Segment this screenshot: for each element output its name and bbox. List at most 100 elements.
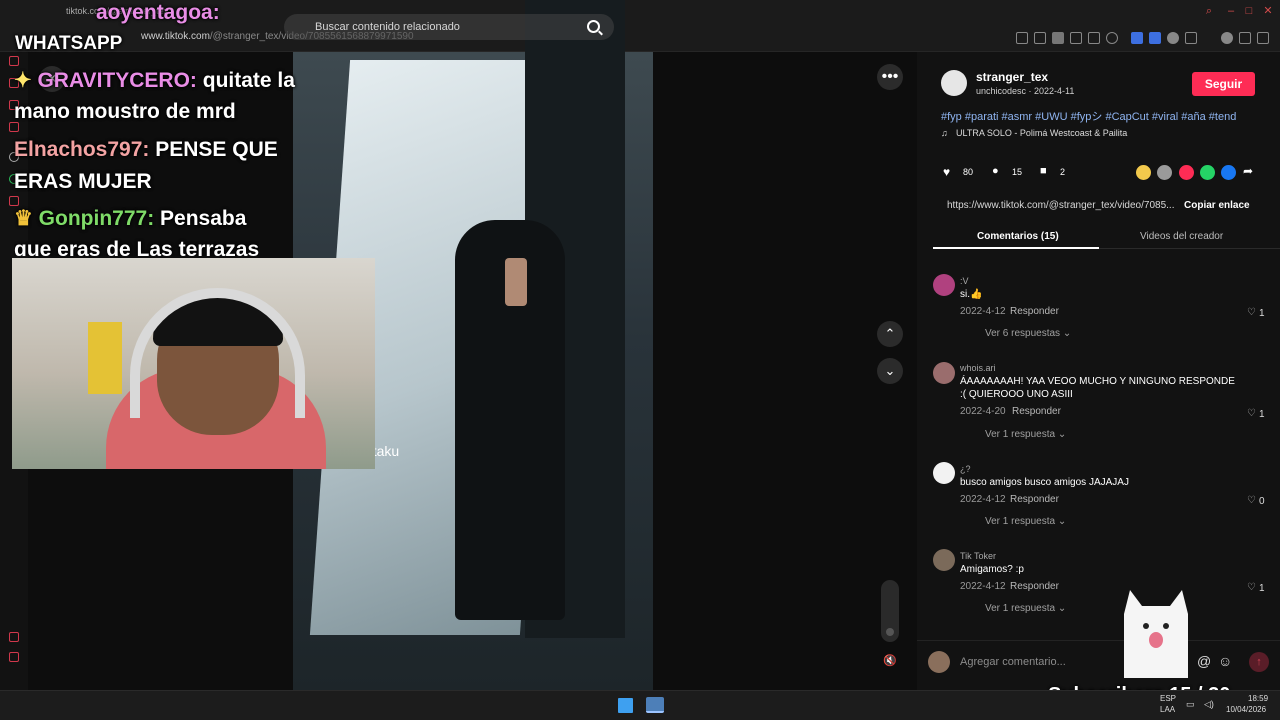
sidebar-icon[interactable] bbox=[9, 632, 19, 642]
comment-avatar[interactable] bbox=[933, 462, 955, 484]
repost-icon[interactable] bbox=[1179, 165, 1194, 180]
heart-icon[interactable]: ♡ bbox=[1247, 582, 1256, 593]
tab-creator-videos[interactable]: Videos del creador bbox=[1140, 231, 1223, 242]
puzzle-icon[interactable] bbox=[1185, 32, 1197, 44]
more-icon[interactable] bbox=[9, 672, 19, 682]
comment-date: 2022-4-20 bbox=[960, 406, 1006, 417]
embed-icon[interactable] bbox=[1136, 165, 1151, 180]
reply-button[interactable]: Responder bbox=[1012, 406, 1061, 417]
comment-user[interactable]: whois.ari bbox=[960, 363, 996, 373]
comment-user[interactable]: ¿? bbox=[960, 464, 971, 474]
send-icon[interactable] bbox=[1157, 165, 1172, 180]
more-options-button[interactable]: ••• bbox=[877, 64, 903, 90]
tab-active-indicator bbox=[933, 247, 1099, 249]
comment-user[interactable]: Tik Toker bbox=[960, 551, 996, 561]
hashtags[interactable]: #fyp #parati #asmr #UWU #fypシ #CapCut #v… bbox=[941, 108, 1236, 124]
chat-text-continued: ERAS MUJER bbox=[14, 170, 152, 193]
emoji-icon[interactable]: ☺ bbox=[1218, 653, 1232, 669]
close-icon[interactable]: ✕ bbox=[1262, 5, 1274, 17]
search-placeholder: Buscar contenido relacionado bbox=[315, 21, 460, 33]
share-arrow-icon[interactable]: ➦ bbox=[1243, 164, 1253, 178]
reply-button[interactable]: Responder bbox=[1010, 494, 1059, 505]
facebook-share-icon[interactable] bbox=[1221, 165, 1236, 180]
screenshot-icon[interactable] bbox=[1034, 32, 1046, 44]
volume-slider[interactable] bbox=[881, 580, 899, 642]
sidebar-icon[interactable] bbox=[9, 56, 19, 66]
creator-username[interactable]: stranger_tex bbox=[976, 70, 1048, 84]
language-indicator-secondary[interactable]: LAA bbox=[1160, 705, 1175, 714]
heart-icon[interactable]: ♥ bbox=[943, 165, 950, 179]
heart-icon[interactable]: ♡ bbox=[1247, 307, 1256, 318]
next-video-button[interactable]: ⌄ bbox=[877, 358, 903, 384]
shield-icon[interactable] bbox=[1052, 32, 1064, 44]
comment-text: si.👍 bbox=[960, 289, 983, 300]
extension-icon[interactable] bbox=[1167, 32, 1179, 44]
comment-date: 2022-4-12 bbox=[960, 581, 1006, 592]
address-bar[interactable]: www.tiktok.com/@stranger_tex/video/70855… bbox=[0, 24, 1280, 52]
music-title[interactable]: ULTRA SOLO - Polimá Westcoast & Pailita bbox=[956, 128, 1127, 138]
send-comment-icon[interactable]: ↑ bbox=[1249, 652, 1269, 672]
clock-time[interactable]: 18:59 bbox=[1248, 694, 1268, 703]
minimize-icon[interactable]: – bbox=[1225, 5, 1237, 17]
webcam-poster bbox=[88, 322, 122, 394]
taskbar: ESP LAA ▭ ◁) 18:59 10/04/2026 bbox=[0, 690, 1280, 720]
creator-avatar[interactable] bbox=[941, 70, 967, 96]
mute-icon[interactable]: 🔇 bbox=[877, 648, 903, 674]
chat-text: PENSE QUE bbox=[149, 138, 278, 161]
download-icon[interactable] bbox=[1239, 32, 1251, 44]
menu-icon[interactable] bbox=[1257, 32, 1269, 44]
play-icon[interactable] bbox=[1088, 32, 1100, 44]
language-indicator[interactable]: ESP bbox=[1160, 694, 1176, 703]
view-replies-link[interactable]: Ver 6 respuestas ⌄ bbox=[985, 328, 1071, 339]
clock-date[interactable]: 10/04/2026 bbox=[1226, 705, 1266, 714]
view-replies-link[interactable]: Ver 1 respuesta ⌄ bbox=[985, 516, 1066, 527]
bookmark-icon[interactable]: ■ bbox=[1040, 165, 1047, 177]
taskbar-app-icon[interactable] bbox=[646, 697, 664, 713]
related-search-input[interactable]: Buscar contenido relacionado bbox=[284, 14, 614, 40]
reply-button[interactable]: Responder bbox=[1010, 306, 1059, 317]
comment-input[interactable]: Agregar comentario... bbox=[960, 656, 1066, 668]
copy-link-button[interactable]: Copiar enlace bbox=[1184, 200, 1250, 211]
heart-icon[interactable]: ♡ bbox=[1247, 408, 1256, 419]
webcam-overlay bbox=[12, 258, 375, 469]
follow-button[interactable]: Seguir bbox=[1192, 72, 1255, 96]
bookmark-icon[interactable] bbox=[1016, 32, 1028, 44]
heart-icon[interactable]: ♡ bbox=[1247, 495, 1256, 506]
previous-video-button[interactable]: ⌃ bbox=[877, 321, 903, 347]
comment-avatar[interactable] bbox=[933, 274, 955, 296]
comment-text-continued: :( QUIEROOO UNO ASIII bbox=[960, 389, 1073, 400]
comment-avatar[interactable] bbox=[933, 362, 955, 384]
network-icon[interactable]: ▭ bbox=[1186, 699, 1195, 710]
sidebar-icon[interactable] bbox=[9, 652, 19, 662]
whatsapp-label: WHATSAPP bbox=[15, 33, 123, 54]
maximize-icon[interactable]: □ bbox=[1243, 5, 1255, 17]
user-avatar[interactable] bbox=[928, 651, 950, 673]
sparkle-icon: ✦ bbox=[14, 69, 32, 92]
comment-user[interactable]: :V bbox=[960, 276, 969, 286]
comment-icon[interactable]: ● bbox=[992, 165, 999, 177]
comment-date: 2022-4-12 bbox=[960, 494, 1006, 505]
heart-icon[interactable] bbox=[1106, 32, 1118, 44]
chat-message: ♛ Gonpin777: Pensaba bbox=[14, 206, 246, 231]
comment-composer: Agregar comentario... @ ☺ ↑ bbox=[917, 640, 1280, 690]
tab-comments[interactable]: Comentarios (15) bbox=[977, 231, 1059, 242]
profile-icon[interactable] bbox=[1221, 32, 1233, 44]
whatsapp-share-icon[interactable] bbox=[1200, 165, 1215, 180]
translate-icon[interactable] bbox=[1070, 32, 1082, 44]
chat-message: Elnachos797: PENSE QUE bbox=[14, 138, 278, 162]
chat-text-continued: que eras de Las terrazas bbox=[14, 238, 260, 256]
windows-start-icon[interactable] bbox=[618, 698, 633, 713]
comment-avatar[interactable] bbox=[933, 549, 955, 571]
search-icon[interactable] bbox=[587, 20, 600, 33]
extension-icon[interactable] bbox=[1131, 32, 1143, 44]
extension-icon[interactable] bbox=[1149, 32, 1161, 44]
volume-icon[interactable]: ◁) bbox=[1204, 699, 1214, 710]
view-replies-link[interactable]: Ver 1 respuesta ⌄ bbox=[985, 429, 1066, 440]
instagram-icon[interactable] bbox=[9, 196, 19, 206]
mention-icon[interactable]: @ bbox=[1197, 653, 1211, 669]
video-link[interactable]: https://www.tiktok.com/@stranger_tex/vid… bbox=[947, 200, 1187, 211]
chat-message: ✦ GRAVITYCERO: quitate la bbox=[14, 68, 295, 93]
reply-button[interactable]: Responder bbox=[1010, 581, 1059, 592]
search-icon[interactable]: ⌕ bbox=[1203, 5, 1215, 17]
view-replies-link[interactable]: Ver 1 respuesta ⌄ bbox=[985, 603, 1066, 614]
